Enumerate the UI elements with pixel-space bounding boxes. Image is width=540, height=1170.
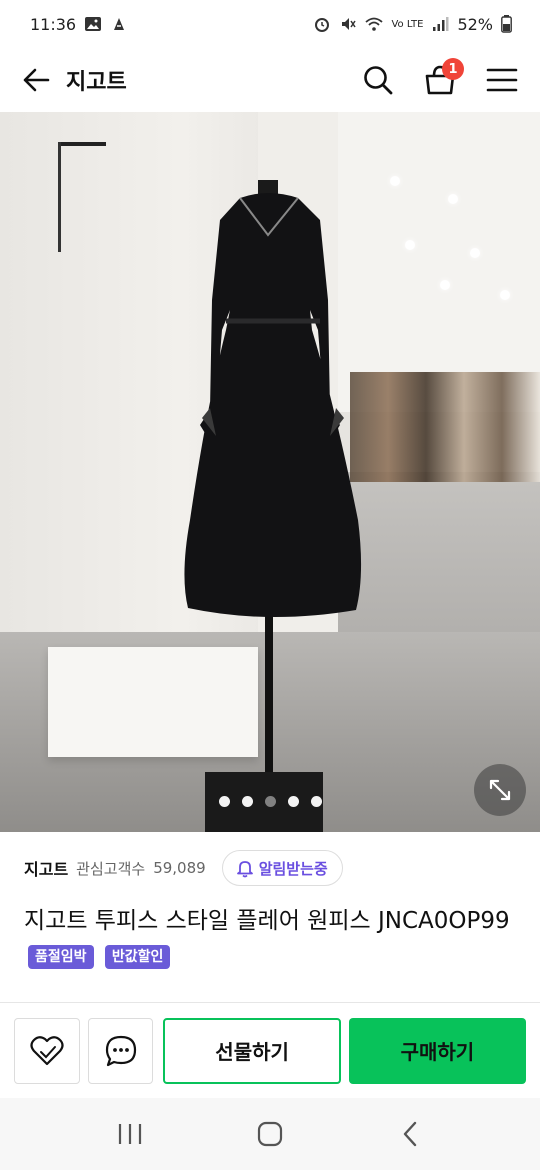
status-left: 11:36 <box>30 15 128 34</box>
chevron-left-icon <box>403 1121 417 1147</box>
menu-button[interactable] <box>484 62 520 98</box>
bell-icon <box>236 861 253 878</box>
image-ceiling-light <box>448 194 458 204</box>
search-button[interactable] <box>360 62 396 98</box>
recent-apps-icon <box>118 1124 142 1144</box>
badge-low-stock: 품절임박 <box>28 944 94 969</box>
chat-button[interactable] <box>87 1017 154 1084</box>
gift-button[interactable]: 선물하기 <box>163 1017 341 1084</box>
network-type: Vo LTE <box>391 18 424 30</box>
expand-arrows-icon <box>489 779 511 801</box>
app-notification-icon <box>114 18 125 30</box>
follower-label: 관심고객수 <box>76 859 146 878</box>
back-button[interactable] <box>20 64 52 96</box>
image-ceiling-light <box>470 248 480 258</box>
app-header: 지고트 1 <box>0 48 540 112</box>
recent-apps-button[interactable] <box>100 1104 160 1164</box>
heart-icon <box>30 1035 64 1065</box>
purchase-action-bar: 선물하기 구매하기 <box>0 1002 540 1098</box>
image-clothing-racks <box>350 372 540 482</box>
buy-button[interactable]: 구매하기 <box>348 1017 527 1084</box>
follower-count: 59,089 <box>153 859 206 877</box>
cart-count-badge: 1 <box>442 58 464 80</box>
chat-bubble-icon <box>105 1035 136 1066</box>
status-bar: 11:36 Vo LTE 52% <box>0 0 540 48</box>
system-nav-bar <box>0 1098 540 1170</box>
image-ceiling-light <box>405 240 415 250</box>
image-display-platform <box>48 647 258 757</box>
carousel-dot[interactable] <box>310 796 322 807</box>
wishlist-button[interactable] <box>14 1017 80 1084</box>
store-name[interactable]: 지고트 <box>24 856 68 880</box>
home-button[interactable] <box>240 1104 300 1164</box>
product-title: 지고트 투피스 스타일 플레어 원피스 JNCA0OP99 <box>24 908 510 934</box>
product-title-block: 지고트 투피스 스타일 플레어 원피스 JNCA0OP99 품절임박 반값할인 <box>24 902 519 978</box>
store-info-row: 지고트 관심고객수 59,089 알림받는중 <box>24 848 516 888</box>
header-actions: 1 <box>360 58 520 98</box>
alarm-label: 알림받는중 <box>258 859 328 878</box>
carousel-dot[interactable] <box>218 796 230 807</box>
badge-half-price: 반값할인 <box>104 944 171 969</box>
page-title: 지고트 <box>66 70 127 95</box>
home-icon <box>257 1121 283 1147</box>
cart-button[interactable]: 1 <box>422 58 464 98</box>
image-ceiling-light <box>500 290 510 300</box>
carousel-indicator <box>0 796 540 807</box>
image-ceiling-light <box>440 280 450 290</box>
battery-icon <box>501 15 512 33</box>
battery-percent: 52% <box>457 14 493 34</box>
image-wall-hook-post <box>58 142 61 252</box>
product-image-carousel[interactable] <box>0 112 540 832</box>
wifi-icon <box>365 17 384 31</box>
image-dress-mannequin <box>184 180 362 618</box>
status-right: Vo LTE 52% <box>313 15 512 34</box>
back-nav-button[interactable] <box>380 1104 440 1164</box>
alarm-subscribe-button[interactable]: 알림받는중 <box>221 850 343 886</box>
mute-icon <box>342 18 357 30</box>
alarm-clock-icon <box>315 18 330 32</box>
carousel-dot[interactable] <box>241 796 253 807</box>
gallery-notification-icon <box>85 17 102 31</box>
carousel-dot[interactable] <box>264 796 276 807</box>
image-wall-hook <box>58 142 106 146</box>
search-icon <box>364 66 393 95</box>
expand-image-button[interactable] <box>474 764 526 816</box>
image-ceiling-light <box>390 176 400 186</box>
image-mannequin-pole <box>265 592 273 792</box>
hamburger-menu-icon <box>486 68 518 92</box>
signal-icon <box>433 17 449 31</box>
arrow-left-icon <box>23 68 50 92</box>
status-time: 11:36 <box>30 14 77 34</box>
carousel-dot[interactable] <box>287 796 299 807</box>
